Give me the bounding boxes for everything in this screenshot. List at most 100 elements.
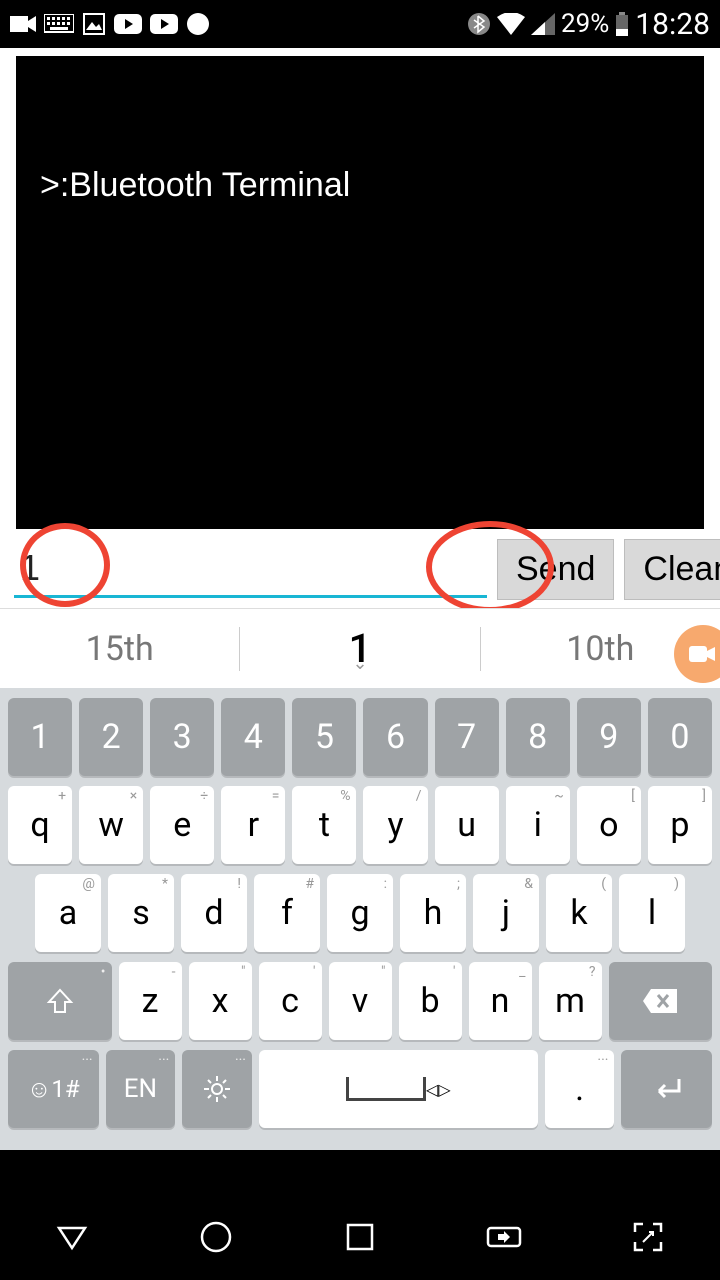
symbols-key-label: ☺1# [27,1075,80,1104]
key-l[interactable]: l) [619,874,685,952]
key-6[interactable]: 6 [363,698,427,776]
status-right: 29% 18:28 [467,7,710,42]
period-key-label: . [575,1069,584,1109]
key-sup: [ [631,788,635,804]
key-sup: - [172,964,176,980]
key-4[interactable]: 4 [221,698,285,776]
key-2[interactable]: 2 [79,698,143,776]
key-sup: % [340,788,350,804]
backspace-key[interactable] [609,962,713,1040]
key-y[interactable]: y/ [363,786,427,864]
nav-switch-button[interactable] [476,1209,532,1265]
period-key[interactable]: . ··· [545,1050,615,1128]
key-u[interactable]: u [435,786,499,864]
key-8[interactable]: 8 [506,698,570,776]
suggestion-middle[interactable]: 1 ⌄ [240,625,479,672]
gear-icon [202,1074,232,1104]
gallery-icon [82,12,106,36]
key-t[interactable]: t% [292,786,356,864]
key-r[interactable]: r= [221,786,285,864]
youtube-icon [114,14,142,34]
key-sup: × [130,788,137,804]
enter-key[interactable] [621,1050,712,1128]
battery-icon [615,12,629,36]
keyboard-row-z: • z-x"c'v"b'n_m? [8,962,712,1040]
key-d[interactable]: d! [181,874,247,952]
send-button[interactable]: Send [497,539,614,600]
key-9[interactable]: 9 [577,698,641,776]
key-5[interactable]: 5 [292,698,356,776]
status-bar: 29% 18:28 [0,0,720,48]
key-sup: ' [453,964,455,980]
key-a[interactable]: a@ [35,874,101,952]
app-area: >:Bluetooth Terminal Send Clean 15th 1 ⌄… [0,48,720,1150]
chevron-down-icon[interactable]: ⌄ [352,653,367,674]
navigation-bar [0,1194,720,1280]
language-key-label: EN [124,1074,157,1104]
key-v[interactable]: v" [329,962,392,1040]
key-z[interactable]: z- [119,962,182,1040]
key-p[interactable]: p] [648,786,712,864]
signal-icon [531,13,555,35]
space-icon [346,1077,426,1101]
key-x[interactable]: x" [189,962,252,1040]
key-s[interactable]: s* [108,874,174,952]
key-j[interactable]: j& [473,874,539,952]
key-sup: ! [237,876,241,892]
terminal-line: >:Bluetooth Terminal [40,166,680,205]
record-icon [186,12,210,36]
keyboard-row-a: a@s*d!f#g:h;j&k(l) [8,874,712,952]
symbols-key[interactable]: ☺1# ··· [8,1050,99,1128]
key-f[interactable]: f# [254,874,320,952]
key-i[interactable]: i~ [506,786,570,864]
key-b[interactable]: b' [399,962,462,1040]
shift-key[interactable]: • [8,962,112,1040]
sym-sup: ··· [82,1052,93,1068]
wifi-icon [497,13,525,35]
status-left [10,12,210,36]
nav-back-button[interactable] [44,1209,100,1265]
nav-home-button[interactable] [188,1209,244,1265]
key-sup: ? [589,964,596,980]
key-sup: ~ [554,788,564,804]
input-row: Send Clean [0,529,720,608]
key-sup: + [58,788,66,804]
key-sup: ( [601,876,606,892]
key-e[interactable]: e÷ [150,786,214,864]
key-g[interactable]: g: [327,874,393,952]
clock-time: 18:28 [635,7,710,42]
key-sup: # [305,876,314,892]
shift-sup: • [101,964,106,980]
keyboard-icon [44,14,74,34]
spacebar-key[interactable]: ◁ ▷ [259,1050,538,1128]
key-sup: _ [519,964,525,980]
key-k[interactable]: k( [546,874,612,952]
key-w[interactable]: w× [79,786,143,864]
key-7[interactable]: 7 [435,698,499,776]
settings-sup: ··· [235,1052,246,1068]
key-n[interactable]: n_ [469,962,532,1040]
key-sup: ] [702,788,706,804]
video-icon [10,14,36,34]
lang-sup: ··· [158,1052,169,1068]
settings-key[interactable]: ··· [182,1050,252,1128]
key-q[interactable]: q+ [8,786,72,864]
key-sup: : [384,876,387,892]
key-1[interactable]: 1 [8,698,72,776]
keyboard-row-numbers: 1234567890 [8,698,712,776]
key-o[interactable]: o[ [577,786,641,864]
key-0[interactable]: 0 [648,698,712,776]
suggestion-left[interactable]: 15th [0,629,239,669]
key-h[interactable]: h; [400,874,466,952]
nav-expand-button[interactable] [620,1209,676,1265]
language-key[interactable]: EN ··· [106,1050,176,1128]
key-sup: = [272,788,280,804]
key-sup: / [416,788,422,804]
nav-recent-button[interactable] [332,1209,388,1265]
floating-camera-button[interactable] [674,625,720,683]
key-m[interactable]: m? [539,962,602,1040]
command-input[interactable] [14,541,487,598]
key-3[interactable]: 3 [150,698,214,776]
clean-button[interactable]: Clean [624,539,720,600]
key-c[interactable]: c' [259,962,322,1040]
